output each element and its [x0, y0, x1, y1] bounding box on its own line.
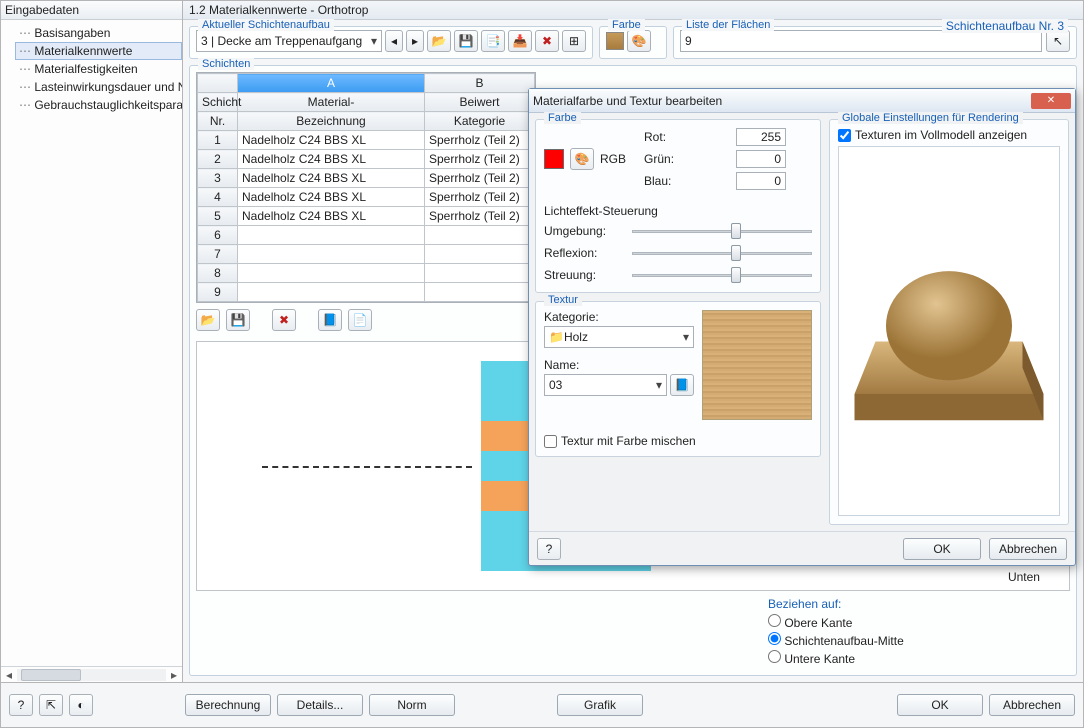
opt-untere-kante[interactable]: Untere Kante: [768, 649, 1068, 667]
texture-preview: [702, 310, 812, 420]
group-layerstack-title: Aktueller Schichtenaufbau: [198, 19, 334, 31]
grafik-button[interactable]: Grafik: [557, 694, 643, 716]
stack-number-info: Schichtenaufbau Nr. 3: [942, 19, 1068, 33]
rgb-label: RGB: [600, 152, 626, 166]
show-textures-checkbox[interactable]: Texturen im Vollmodell anzeigen: [838, 128, 1060, 142]
pick-color-button[interactable]: 🎨: [570, 148, 594, 170]
bottom-bar: ? ⇱ ◐ Berechnung Details... Norm Grafik …: [0, 682, 1084, 728]
group-layerstack: Aktueller Schichtenaufbau 3 | Decke am T…: [189, 26, 593, 59]
dialog-title: Materialfarbe und Textur bearbeiten: [533, 94, 1031, 108]
cancel-button[interactable]: Abbrechen: [989, 694, 1075, 716]
mode-button[interactable]: ◐: [69, 694, 93, 716]
surface-list-input[interactable]: 9: [680, 30, 1042, 52]
copy-stack-button[interactable]: 📑: [481, 30, 505, 52]
layerstack-combo[interactable]: 3 | Decke am Treppenaufgang ▾: [196, 30, 382, 52]
tree-item[interactable]: Basisangaben: [15, 24, 182, 42]
table-row[interactable]: 8: [198, 264, 535, 283]
group-farbe: Farbe 🎨: [599, 26, 667, 59]
group-rendering: Globale Einstellungen für Rendering Text…: [829, 119, 1069, 525]
rgb-blue-input[interactable]: [736, 172, 786, 190]
view-button[interactable]: ⇱: [39, 694, 63, 716]
material-color-dialog: Materialfarbe und Textur bearbeiten ✕ Fa…: [528, 88, 1076, 566]
details-button[interactable]: Details...: [277, 694, 363, 716]
import-stack-button[interactable]: 📥: [508, 30, 532, 52]
tree-item[interactable]: Materialkennwerte: [15, 42, 182, 60]
prev-button[interactable]: ◂: [385, 30, 403, 52]
layer-library-button[interactable]: 📘: [318, 309, 342, 331]
tree-item[interactable]: Materialfestigkeiten: [15, 60, 182, 78]
col-letter-b[interactable]: B: [425, 74, 535, 93]
chevron-down-icon: ▾: [371, 34, 377, 48]
dialog-ok-button[interactable]: OK: [903, 538, 981, 560]
mix-texture-checkbox[interactable]: Textur mit Farbe mischen: [544, 434, 812, 448]
tree-item[interactable]: Gebrauchstauglichkeitsparamet: [15, 96, 182, 114]
dialog-titlebar[interactable]: Materialfarbe und Textur bearbeiten ✕: [529, 89, 1075, 113]
scroll-right-icon[interactable]: ▸: [166, 668, 182, 682]
ok-button[interactable]: OK: [897, 694, 983, 716]
delete-stack-button[interactable]: ✖: [535, 30, 559, 52]
tree-panel: Eingabedaten BasisangabenMaterialkennwer…: [1, 1, 183, 682]
table-row[interactable]: 6: [198, 226, 535, 245]
surface-list-value: 9: [685, 34, 692, 48]
table-row[interactable]: 1Nadelholz C24 BBS XLSperrholz (Teil 2): [198, 131, 535, 150]
layer-duplicate-button[interactable]: 📄: [348, 309, 372, 331]
texture-category-combo[interactable]: 📁 Holz▾: [544, 326, 694, 348]
dialog-cancel-button[interactable]: Abbrechen: [989, 538, 1067, 560]
table-row[interactable]: 3Nadelholz C24 BBS XLSperrholz (Teil 2): [198, 169, 535, 188]
layer-open-button[interactable]: 📂: [196, 309, 220, 331]
tree-title: Eingabedaten: [1, 1, 182, 20]
table-row[interactable]: 9: [198, 283, 535, 302]
save-stack-button[interactable]: 💾: [454, 30, 478, 52]
beziehen-title: Beziehen auf:: [768, 597, 1068, 611]
scroll-left-icon[interactable]: ◂: [1, 668, 17, 682]
page-title: 1.2 Materialkennwerte - Orthotrop: [183, 1, 1083, 20]
current-color-swatch: [544, 149, 564, 169]
layer-delete-button[interactable]: ✖: [272, 309, 296, 331]
opt-schichten-mitte[interactable]: Schichtenaufbau-Mitte: [768, 631, 1068, 649]
layerstack-value: 3 | Decke am Treppenaufgang: [201, 34, 362, 48]
dialog-help-button[interactable]: ?: [537, 538, 561, 560]
group-farbe-title: Farbe: [608, 19, 645, 31]
group-surface-list-title: Liste der Flächen: [682, 19, 774, 31]
texture-name-combo[interactable]: 03▾: [544, 374, 667, 396]
light-section-title: Lichteffekt-Steuerung: [544, 204, 812, 218]
group-dialog-farbe: Farbe 🎨 RGB Rot: Grün: Blau: Lichteffekt…: [535, 119, 821, 293]
edit-color-button[interactable]: 🎨: [627, 30, 651, 52]
tree-scrollbar[interactable]: ◂ ▸: [1, 666, 182, 682]
browse-texture-button[interactable]: 📘: [670, 374, 694, 396]
next-button[interactable]: ▸: [406, 30, 424, 52]
open-button[interactable]: 📂: [427, 30, 451, 52]
tree-item[interactable]: Lasteinwirkungsdauer und Nutz: [15, 78, 182, 96]
render-preview: [838, 146, 1060, 516]
ambience-slider[interactable]: [632, 222, 812, 240]
scatter-slider[interactable]: [632, 266, 812, 284]
reflection-slider[interactable]: [632, 244, 812, 262]
pick-surface-button[interactable]: ↖: [1046, 30, 1070, 52]
col-letter-a[interactable]: A: [238, 74, 425, 93]
rgb-red-input[interactable]: [736, 128, 786, 146]
group-beziehen: Beziehen auf: Obere Kante Schichtenaufba…: [768, 597, 1068, 667]
upper-strip: Aktueller Schichtenaufbau 3 | Decke am T…: [183, 20, 1083, 59]
material-swatch: [606, 32, 624, 50]
group-schichten-title: Schichten: [198, 58, 254, 70]
close-icon[interactable]: ✕: [1031, 93, 1071, 109]
berechnung-button[interactable]: Berechnung: [185, 694, 271, 716]
table-row[interactable]: 5Nadelholz C24 BBS XLSperrholz (Teil 2): [198, 207, 535, 226]
export-excel-button[interactable]: ⊞: [562, 30, 586, 52]
table-row[interactable]: 7: [198, 245, 535, 264]
opt-obere-kante[interactable]: Obere Kante: [768, 613, 1068, 631]
tree-list: BasisangabenMaterialkennwerteMaterialfes…: [1, 20, 182, 666]
norm-button[interactable]: Norm: [369, 694, 455, 716]
layer-grid[interactable]: A B Schicht Material- Beiwert Nr. Bezeic…: [196, 72, 536, 303]
rgb-green-input[interactable]: [736, 150, 786, 168]
table-row[interactable]: 4Nadelholz C24 BBS XLSperrholz (Teil 2): [198, 188, 535, 207]
table-row[interactable]: 2Nadelholz C24 BBS XLSperrholz (Teil 2): [198, 150, 535, 169]
group-surface-list: Liste der Flächen Schichtenaufbau Nr. 3 …: [673, 26, 1077, 59]
layer-save-button[interactable]: 💾: [226, 309, 250, 331]
group-textur: Textur Kategorie: 📁 Holz▾ Name: 03▾ 📘: [535, 301, 821, 457]
help-button[interactable]: ?: [9, 694, 33, 716]
